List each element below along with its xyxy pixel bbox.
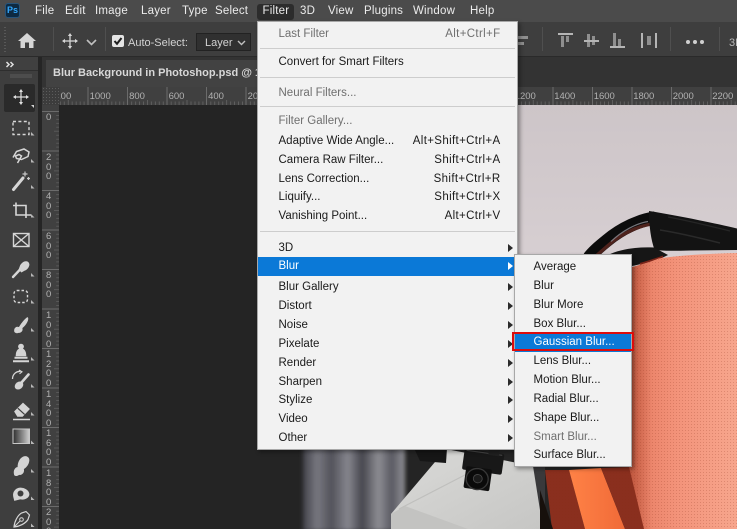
svg-text:1000: 1000 (90, 91, 111, 102)
svg-text:1600: 1600 (594, 91, 615, 102)
svg-text:400: 400 (208, 91, 224, 102)
svg-text:1400: 1400 (554, 91, 575, 102)
svg-text:800: 800 (129, 91, 145, 102)
svg-text:2000: 2000 (673, 91, 694, 102)
svg-text:1800: 1800 (633, 91, 654, 102)
svg-text:600: 600 (169, 91, 185, 102)
svg-text:2200: 2200 (712, 91, 733, 102)
